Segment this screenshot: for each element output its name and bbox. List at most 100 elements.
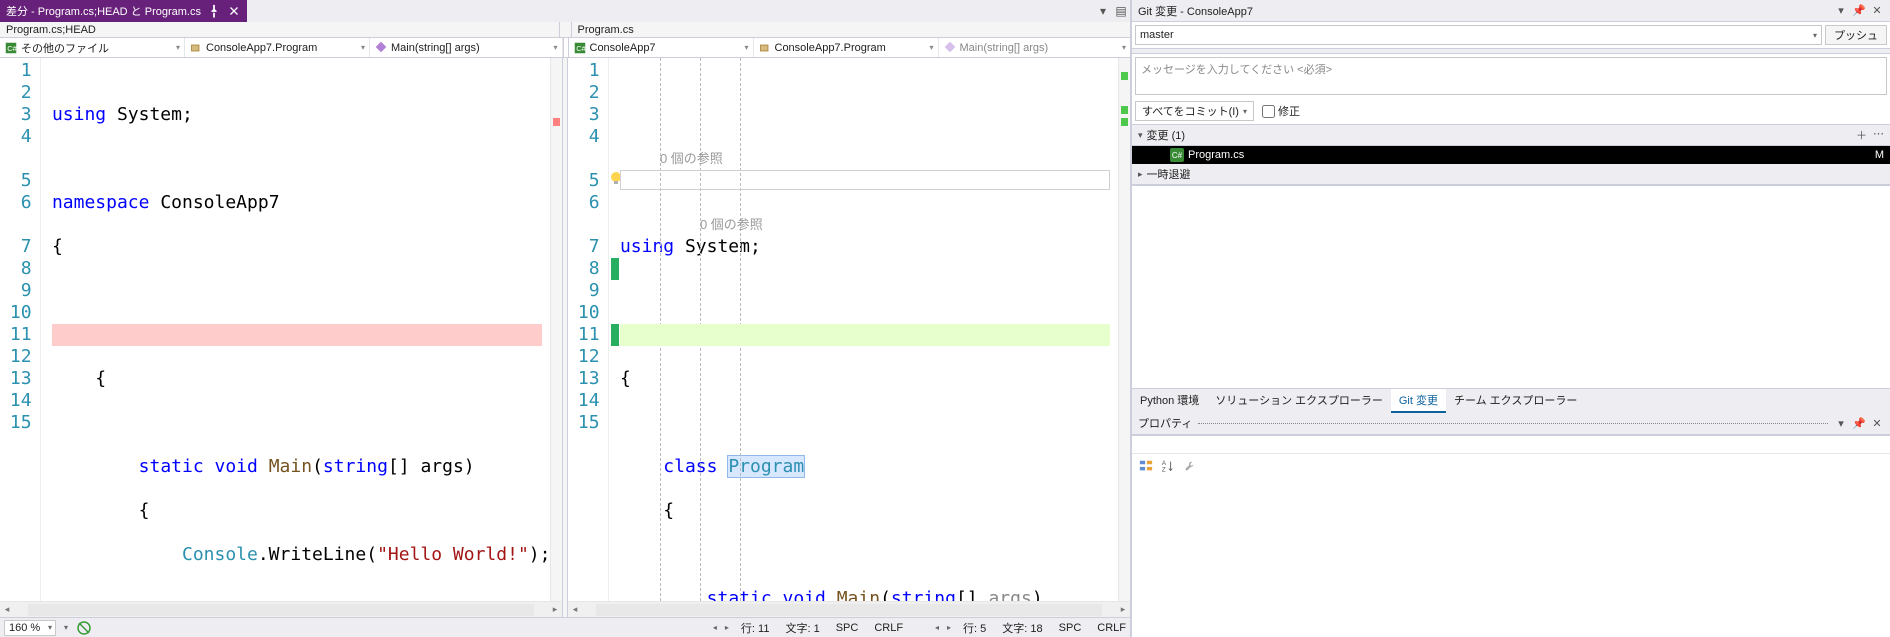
- branch-dropdown[interactable]: master ▾: [1135, 25, 1822, 45]
- left-eol-indicator[interactable]: CRLF: [874, 622, 903, 634]
- left-col-indicator: 文字: 1: [785, 620, 819, 636]
- prev-diff-icon[interactable]: ◂: [709, 623, 721, 632]
- csharp-file-icon: C#: [4, 41, 18, 55]
- zoom-dropdown[interactable]: 160 %▾: [4, 620, 56, 636]
- next-diff-icon[interactable]: ▸: [943, 623, 955, 632]
- right-overview-ruler[interactable]: [1118, 58, 1130, 601]
- tool-window-tabs: Python 環境 ソリューション エクスプローラー Git 変更 チーム エク…: [1132, 388, 1890, 413]
- scroll-left-icon[interactable]: ◂: [0, 604, 14, 615]
- right-line-indicator: 行: 5: [963, 620, 986, 636]
- method-icon: [943, 41, 957, 55]
- chevron-down-icon: ▾: [1243, 107, 1247, 116]
- left-code[interactable]: using System; namespace ConsoleApp7 { cl…: [52, 58, 551, 601]
- alphabetical-icon[interactable]: AZ: [1160, 458, 1176, 474]
- right-nav-class[interactable]: ConsoleApp7.Program ▾: [754, 38, 939, 57]
- chevron-down-icon: ▾: [1118, 43, 1126, 52]
- csharp-project-icon: C#: [573, 41, 587, 55]
- changes-section-header[interactable]: ▾ 変更 (1) ＋ ⋯: [1132, 124, 1890, 146]
- categorized-icon[interactable]: [1138, 458, 1154, 474]
- csharp-file-icon: C#: [1170, 148, 1184, 162]
- tab-git-changes[interactable]: Git 変更: [1391, 389, 1446, 413]
- amend-checkbox[interactable]: 修正: [1262, 103, 1300, 119]
- current-line-highlight: [620, 170, 1111, 190]
- editor-status-bar: 160 %▾ ▾ ◂ ▸ 行: 11 文字: 1 SPC CRLF ◂ ▸ 行:…: [0, 617, 1130, 637]
- tab-overflow-icon[interactable]: ▤: [1112, 0, 1130, 22]
- chevron-down-icon: ▾: [1138, 130, 1143, 141]
- right-nav-project[interactable]: C# ConsoleApp7 ▾: [569, 38, 754, 57]
- right-nav-member[interactable]: Main(string[] args) ▾: [939, 38, 1131, 57]
- more-icon[interactable]: ⋯: [1873, 127, 1884, 143]
- chevron-down-icon: ▾: [172, 43, 180, 52]
- git-changes-title: Git 変更 - ConsoleApp7: [1138, 3, 1253, 19]
- window-menu-icon[interactable]: ▾: [1834, 417, 1848, 430]
- properties-panel: AZ: [1132, 435, 1890, 637]
- tab-title: 差分 - Program.cs;HEAD と Program.cs: [6, 3, 201, 19]
- codelens-references[interactable]: 0 個の参照: [700, 214, 763, 236]
- no-issues-icon[interactable]: [76, 620, 92, 636]
- wrench-icon[interactable]: [1182, 458, 1198, 474]
- scroll-left-icon[interactable]: ◂: [568, 604, 582, 615]
- scroll-right-icon[interactable]: ▸: [1116, 604, 1130, 615]
- right-pane-header: Program.cs: [572, 22, 1131, 37]
- tab-team-explorer[interactable]: チーム エクスプローラー: [1446, 389, 1585, 413]
- stash-section-header[interactable]: ▸ 一時退避: [1132, 164, 1890, 185]
- chevron-down-icon[interactable]: ▾: [60, 623, 72, 632]
- tab-solution-explorer[interactable]: ソリューション エクスプローラー: [1207, 389, 1391, 413]
- codelens-references[interactable]: 0 個の参照: [660, 148, 723, 170]
- left-nav-project[interactable]: C# その他のファイル ▾: [0, 38, 185, 57]
- left-line-numbers: 123456789101112131415: [0, 58, 41, 601]
- left-marker-column: [41, 58, 52, 601]
- git-changes-panel: master ▾ プッシュ メッセージを入力してください <必須> すべてをコミ…: [1132, 22, 1890, 186]
- close-icon[interactable]: ✕: [1870, 417, 1884, 430]
- svg-text:C#: C#: [576, 44, 586, 53]
- push-button[interactable]: プッシュ: [1825, 25, 1887, 45]
- properties-title-bar: プロパティ ▾ 📌 ✕: [1132, 413, 1890, 435]
- pin-icon[interactable]: 📌: [1852, 4, 1866, 17]
- method-icon: [374, 41, 388, 55]
- right-code-pane: 123456789101112131415 0 個の参照: [568, 58, 1130, 617]
- next-diff-icon[interactable]: ▸: [721, 623, 733, 632]
- document-tab[interactable]: 差分 - Program.cs;HEAD と Program.cs: [0, 0, 247, 22]
- tab-python-env[interactable]: Python 環境: [1132, 389, 1207, 413]
- chevron-down-icon: ▾: [1813, 31, 1817, 40]
- svg-text:C#: C#: [7, 44, 17, 53]
- left-indent-indicator[interactable]: SPC: [836, 622, 859, 634]
- modified-badge: M: [1875, 149, 1890, 161]
- left-pane-header: Program.cs;HEAD: [0, 22, 560, 37]
- left-hscrollbar[interactable]: ◂ ▸: [0, 601, 562, 617]
- chevron-down-icon: ▾: [740, 43, 748, 52]
- close-icon[interactable]: [227, 4, 241, 18]
- left-nav-class[interactable]: ConsoleApp7.Program ▾: [185, 38, 370, 57]
- tab-menu-icon[interactable]: ▾: [1094, 0, 1112, 22]
- side-panels: Git 変更 - ConsoleApp7 ▾ 📌 ✕ master ▾ プッシュ…: [1131, 0, 1890, 637]
- left-nav-member[interactable]: Main(string[] args) ▾: [370, 38, 563, 57]
- class-icon: [758, 41, 772, 55]
- pin-icon[interactable]: [207, 4, 221, 18]
- right-eol-indicator[interactable]: CRLF: [1097, 622, 1126, 634]
- changed-file-item[interactable]: C# Program.cs M: [1132, 146, 1890, 164]
- right-line-numbers: 123456789101112131415: [568, 58, 609, 601]
- chevron-down-icon: ▾: [357, 43, 365, 52]
- right-col-indicator: 文字: 18: [1002, 620, 1042, 636]
- commit-all-button[interactable]: すべてをコミット(I) ▾: [1135, 101, 1254, 121]
- pin-icon[interactable]: 📌: [1852, 417, 1866, 430]
- commit-message-input[interactable]: メッセージを入力してください <必須>: [1135, 57, 1887, 95]
- window-menu-icon[interactable]: ▾: [1834, 4, 1848, 17]
- git-changes-title-bar: Git 変更 - ConsoleApp7 ▾ 📌 ✕: [1132, 0, 1890, 22]
- prev-diff-icon[interactable]: ◂: [931, 623, 943, 632]
- document-tab-strip: 差分 - Program.cs;HEAD と Program.cs ▾ ▤: [0, 0, 1130, 22]
- left-line-indicator: 行: 11: [741, 620, 770, 636]
- right-hscrollbar[interactable]: ◂ ▸: [568, 601, 1130, 617]
- left-overview-ruler[interactable]: [550, 58, 562, 601]
- properties-title: プロパティ: [1138, 415, 1192, 431]
- diff-editor: 差分 - Program.cs;HEAD と Program.cs ▾ ▤ Pr…: [0, 0, 1131, 637]
- scroll-right-icon[interactable]: ▸: [548, 604, 562, 615]
- close-icon[interactable]: ✕: [1870, 4, 1884, 17]
- right-code[interactable]: 0 個の参照 0 個の参照 using System; namespace Co…: [620, 58, 1119, 601]
- left-code-pane: 123456789101112131415 using System; name…: [0, 58, 562, 617]
- chevron-down-icon: ▾: [549, 43, 557, 52]
- stage-all-icon[interactable]: ＋: [1856, 127, 1867, 143]
- class-icon: [189, 41, 203, 55]
- chevron-down-icon: ▾: [48, 623, 55, 632]
- right-indent-indicator[interactable]: SPC: [1059, 622, 1082, 634]
